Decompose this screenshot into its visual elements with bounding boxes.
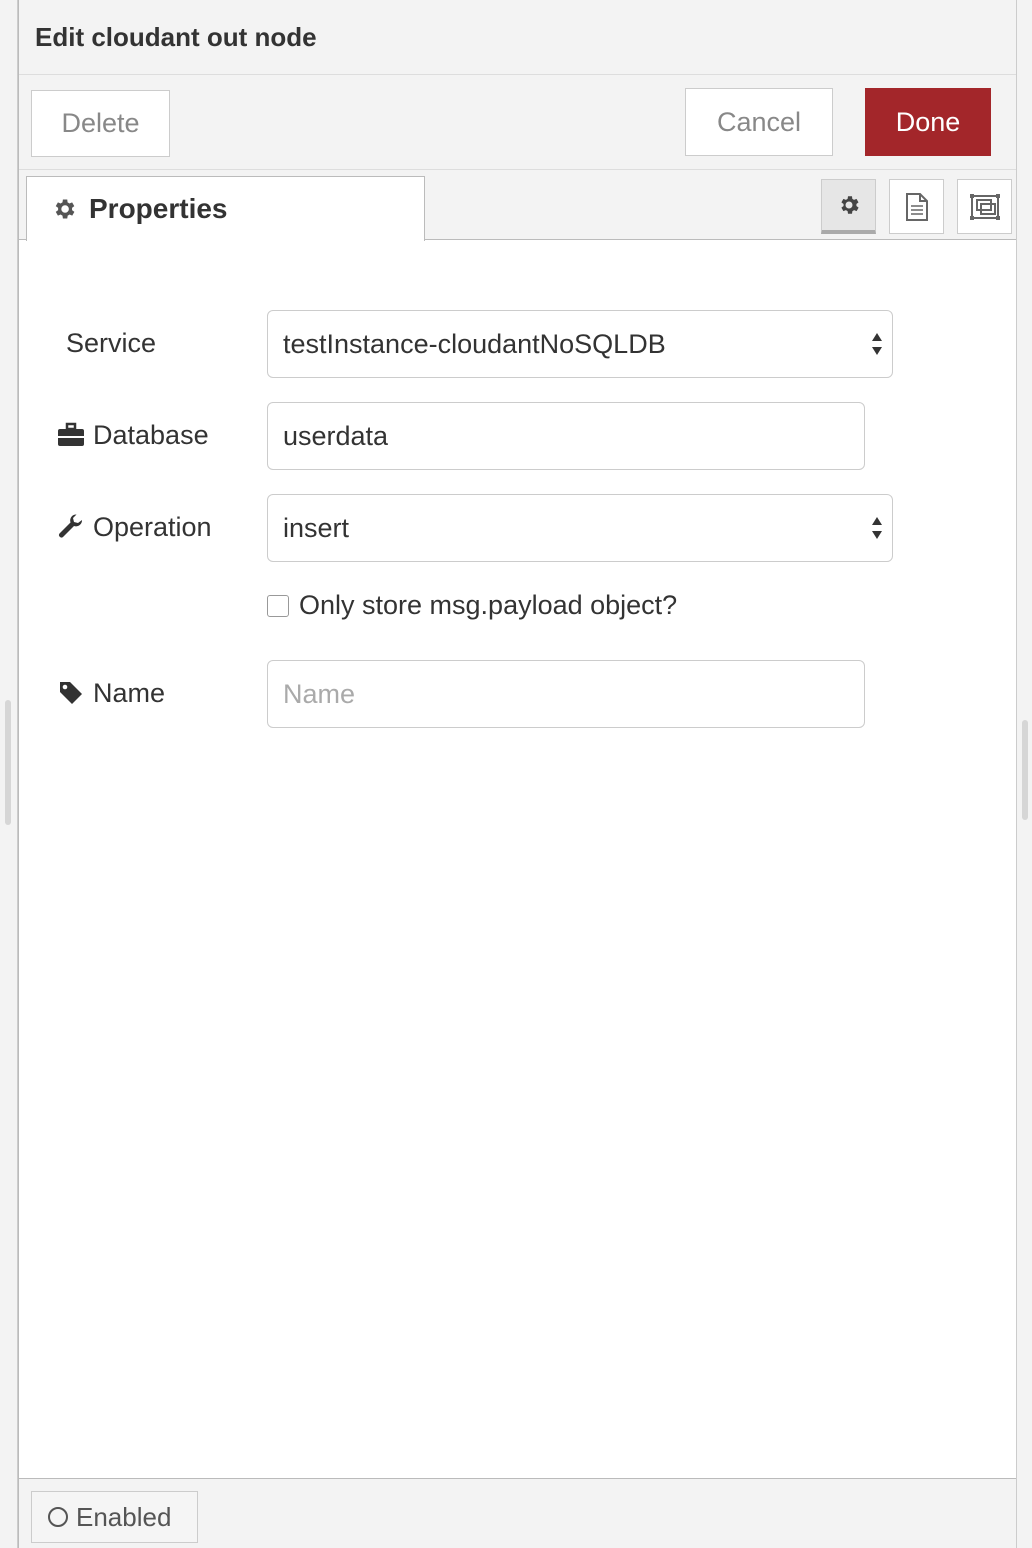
payload-only-row[interactable]: Only store msg.payload object? xyxy=(267,590,677,621)
tabs-bar: Properties xyxy=(19,170,1017,241)
service-select-value: testInstance-cloudantNoSQLDB xyxy=(283,328,666,359)
wrench-icon xyxy=(58,514,83,538)
database-label-group: Database xyxy=(57,415,209,455)
tray-title: Edit cloudant out node xyxy=(35,22,317,52)
gear-icon xyxy=(840,196,859,214)
operation-label: Operation xyxy=(93,511,212,542)
database-input-value: userdata xyxy=(283,420,389,451)
select-arrows-icon xyxy=(872,517,882,539)
tag-icon xyxy=(59,682,82,704)
node-settings-tab[interactable] xyxy=(821,179,876,234)
right-resize-strip xyxy=(1016,0,1032,1548)
tray-header: Edit cloudant out node xyxy=(19,0,1017,75)
tab-properties-label: Properties xyxy=(89,193,228,224)
tray-footer: Enabled xyxy=(19,1478,1017,1548)
database-label: Database xyxy=(93,419,209,450)
left-resize-strip xyxy=(0,0,18,1548)
tab-properties[interactable]: Properties xyxy=(26,176,425,241)
briefcase-icon xyxy=(58,422,84,446)
name-label-group: Name xyxy=(57,673,165,713)
appearance-icon xyxy=(969,193,1000,220)
operation-select[interactable]: insert xyxy=(267,494,893,562)
name-label: Name xyxy=(93,677,166,708)
edit-tray: Edit cloudant out node Delete Cancel Don… xyxy=(18,0,1018,1548)
payload-only-checkbox[interactable] xyxy=(267,594,289,617)
payload-only-label: Only store msg.payload object? xyxy=(299,590,678,620)
delete-button[interactable]: Delete xyxy=(31,90,170,157)
description-icon xyxy=(905,192,928,221)
node-description-tab[interactable] xyxy=(889,179,944,234)
database-input[interactable]: userdata xyxy=(267,402,865,470)
cancel-button[interactable]: Cancel xyxy=(685,88,833,156)
node-appearance-tab[interactable] xyxy=(957,179,1012,234)
name-input-placeholder: Name xyxy=(283,678,356,709)
name-input[interactable]: Name xyxy=(267,660,865,728)
enabled-label: Enabled xyxy=(76,1501,172,1532)
operation-label-group: Operation xyxy=(57,507,212,547)
service-label: Service xyxy=(66,327,157,358)
tray-toolbar: Delete Cancel Done xyxy=(19,75,1017,170)
enabled-toggle-button[interactable]: Enabled xyxy=(31,1491,198,1543)
service-select[interactable]: testInstance-cloudantNoSQLDB xyxy=(267,310,893,378)
left-resize-handle[interactable] xyxy=(5,700,11,825)
operation-select-value: insert xyxy=(283,512,350,543)
select-arrows-icon xyxy=(872,333,882,355)
gear-icon xyxy=(55,199,75,219)
circle-icon xyxy=(48,1507,68,1527)
done-button[interactable]: Done xyxy=(865,88,991,156)
right-resize-handle[interactable] xyxy=(1022,720,1028,820)
